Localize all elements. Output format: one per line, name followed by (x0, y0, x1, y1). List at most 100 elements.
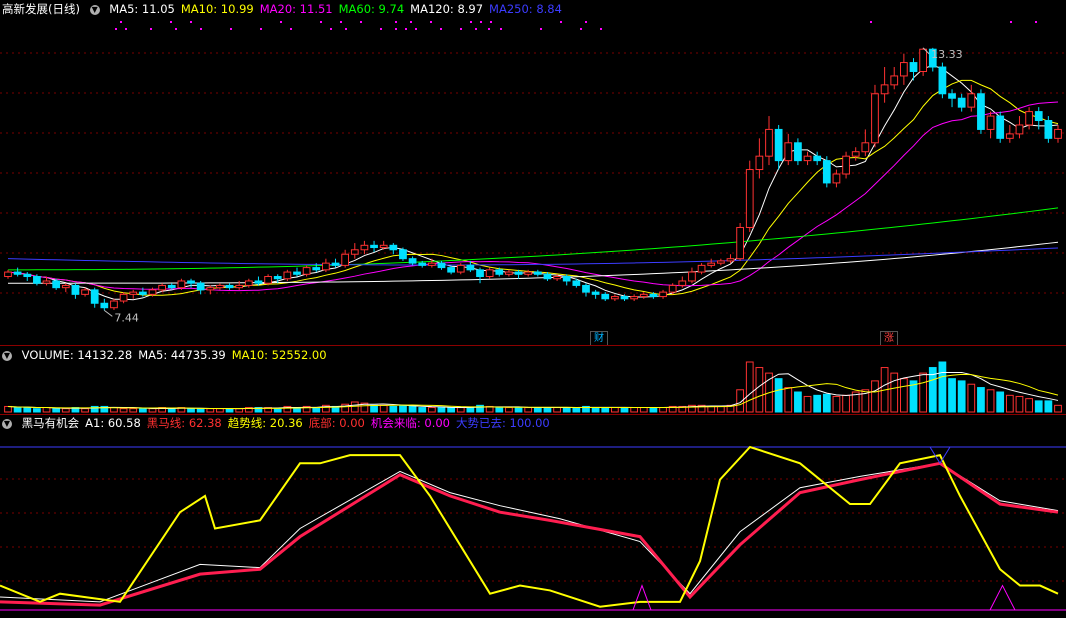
candle (331, 258, 340, 268)
volume-bar (447, 407, 455, 413)
volume-chart[interactable] (0, 346, 1066, 414)
signal-dot (440, 28, 442, 30)
candle (341, 249, 350, 268)
volume-bar (900, 378, 908, 413)
candle (206, 285, 215, 295)
candle (533, 269, 542, 277)
candle (880, 67, 889, 103)
volume-bar (456, 407, 465, 413)
black-horse-line (0, 461, 1059, 607)
volume-bar (871, 380, 879, 413)
candle (755, 138, 764, 179)
volume-bar (437, 407, 446, 413)
candle (630, 294, 639, 302)
event-tag-rise[interactable]: 涨 (880, 331, 898, 346)
volume-bar (659, 407, 667, 413)
candle (4, 269, 12, 279)
candle (399, 247, 407, 261)
signal-dot (120, 21, 122, 23)
signal-dot (560, 21, 562, 23)
signal-dot (480, 21, 482, 23)
signal-dot (600, 28, 602, 30)
volume-bar (967, 383, 976, 413)
volume-panel[interactable]: ▼ VOLUME: 14132.28 MA5: 44735.39 MA10: 525… (0, 346, 1066, 414)
signal-dot (1035, 21, 1037, 23)
signal-dot (470, 21, 472, 23)
candle (803, 151, 812, 166)
volume-bar (784, 387, 793, 413)
candle (350, 243, 359, 259)
signal-dot (290, 28, 292, 30)
candle (909, 58, 918, 81)
low-price-label: 7.44 (114, 311, 139, 324)
high-price-label: 13.33 (931, 48, 963, 61)
signal-dot (580, 28, 582, 30)
volume-bar (938, 361, 947, 413)
candle (948, 89, 956, 108)
event-tag-finance[interactable]: 财 (590, 331, 608, 346)
volume-bar (418, 407, 427, 413)
volume-bar (129, 408, 138, 413)
volume-bar (514, 407, 523, 413)
volume-bar (716, 405, 725, 413)
signal-dot (500, 28, 502, 30)
chance-spike (632, 584, 652, 611)
volume-bar (755, 367, 764, 413)
volume-bar (90, 405, 99, 413)
volume-bar (842, 394, 850, 413)
volume-bar (312, 407, 321, 413)
candle (23, 272, 32, 281)
price-panel[interactable]: 高新发展(日线) ▼ MA5: 11.05 MA10: 10.99 MA20: 11… (0, 0, 1066, 346)
signal-dot (115, 28, 117, 30)
volume-bar (1034, 400, 1043, 413)
candle (71, 283, 80, 299)
candle (591, 289, 600, 299)
volume-bar (533, 407, 542, 413)
candle (697, 263, 706, 275)
volume-bar (4, 405, 12, 413)
candle (476, 267, 484, 284)
candle (813, 151, 822, 166)
signal-dot (490, 21, 492, 23)
candle (861, 129, 870, 157)
volume-bar (138, 408, 147, 413)
candle (794, 138, 802, 166)
candle (996, 111, 1005, 143)
signal-dot (230, 28, 232, 30)
volume-bar (649, 407, 658, 413)
signal-dot (395, 28, 397, 30)
candle (322, 258, 330, 273)
candle (919, 47, 928, 76)
volume-bar (572, 407, 581, 413)
candle (822, 156, 831, 188)
candle (765, 116, 773, 166)
price-chart[interactable]: 13.33 7.44 (0, 0, 1066, 345)
volume-bar (1025, 398, 1033, 413)
ma60-line (7, 207, 1059, 271)
volume-bar (774, 378, 783, 413)
signal-dot (150, 28, 152, 30)
signal-dot (430, 21, 432, 23)
signal-dot (170, 21, 172, 23)
chance-spike (989, 584, 1016, 611)
volume-bar (399, 404, 407, 413)
candle (505, 269, 513, 277)
signal-dot (340, 21, 342, 23)
candle (832, 169, 841, 188)
volume-bar (495, 407, 504, 413)
volume-bar (591, 407, 600, 413)
candle (129, 289, 138, 299)
volume-bar (389, 405, 398, 413)
volume-bar (466, 407, 475, 413)
indicator-chart[interactable] (0, 415, 1066, 618)
indicator-panel[interactable]: ▼ 黑马有机会 A1: 60.58 黑马线: 62.38 趋势线: 20.36 底部: … (0, 415, 1066, 618)
candle (871, 84, 879, 148)
signal-dot (260, 28, 262, 30)
candle (216, 283, 224, 290)
volume-bar (1044, 400, 1053, 413)
candle (977, 89, 985, 134)
candle (659, 289, 667, 299)
volume-bar (52, 408, 61, 413)
volume-bar (273, 408, 282, 413)
candle (1054, 124, 1062, 143)
